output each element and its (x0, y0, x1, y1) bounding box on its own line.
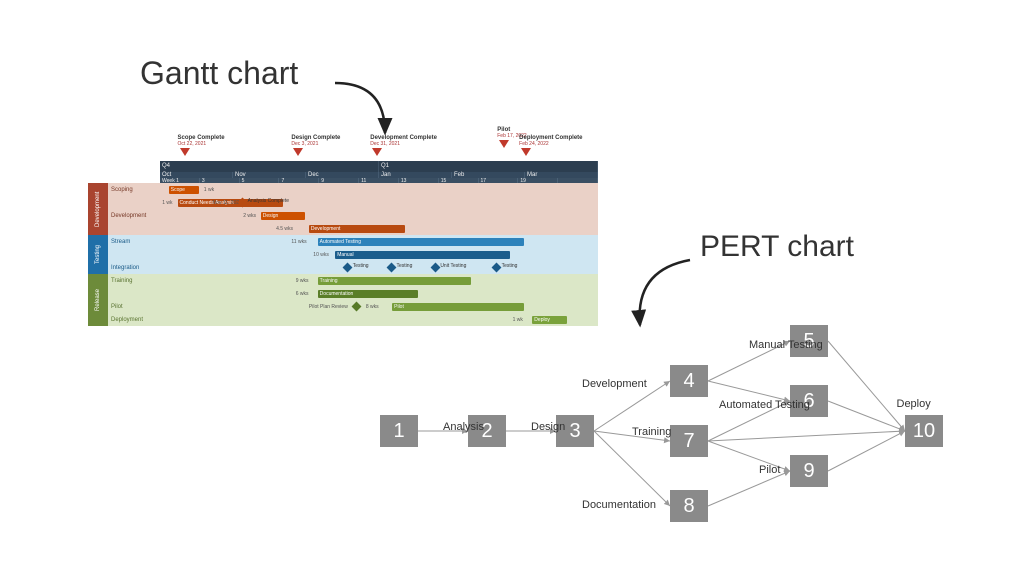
gantt-bar: Training (318, 277, 471, 285)
pert-node-10: 10 (905, 415, 943, 447)
milestone: Development CompleteDec 31, 2021 (370, 135, 470, 156)
milestone: Deployment CompleteFeb 24, 2022 (519, 135, 619, 156)
edge-label: Design (531, 421, 565, 433)
diamond-icon (491, 263, 501, 273)
row-label: Stream (108, 239, 160, 245)
gantt-timeline: Q4Q1 OctNovDecJanFebMar Week 13579111315… (160, 161, 598, 183)
gantt-bar: Development (309, 225, 405, 233)
pert-node-1: 1 (380, 415, 418, 447)
pert-node-8: 8 (670, 490, 708, 522)
phase-dev: DevelopmentScoping1 wkScope1 wkConduct N… (88, 183, 598, 235)
gantt-bar: Automated Testing (318, 238, 524, 246)
edge-label: Deploy (897, 398, 931, 410)
edge-label: Documentation (582, 499, 656, 511)
edge-label: Training (632, 426, 671, 438)
phase-tab: Testing (88, 235, 108, 274)
row-label: Pilot (108, 304, 160, 310)
row-label: Integration (108, 265, 160, 271)
diamond-icon (343, 263, 353, 273)
gantt-bar: Design (261, 212, 305, 220)
gantt-bar: Scope (169, 186, 200, 194)
phase-tab: Development (88, 183, 108, 235)
milestone: Scope CompleteOct 22, 2021 (178, 135, 278, 156)
diamond-icon (386, 263, 396, 273)
edge-label: Pilot (759, 464, 780, 476)
phase-tst: TestingStream11 wksAutomated Testing10 w… (88, 235, 598, 274)
phase-tab: Release (88, 274, 108, 326)
gantt-bar: Documentation (318, 290, 419, 298)
gantt-bar: Manual (335, 251, 510, 259)
diamond-icon (430, 263, 440, 273)
pert-title: PERT chart (700, 230, 854, 264)
diamond-icon (351, 302, 361, 312)
edge-label: Development (582, 378, 647, 390)
edge-label: Manual Testing (749, 339, 823, 351)
pert-node-7: 7 (670, 425, 708, 457)
pert-node-9: 9 (790, 455, 828, 487)
pert-node-4: 4 (670, 365, 708, 397)
row-label: Training (108, 278, 160, 284)
edge-label: Automated Testing (719, 399, 810, 411)
row-label: Scoping (108, 187, 160, 193)
row-label: Deployment (108, 317, 160, 323)
row-label: Development (108, 213, 160, 219)
gantt-phases: DevelopmentScoping1 wkScope1 wkConduct N… (88, 183, 598, 326)
gantt-title: Gantt chart (140, 55, 298, 92)
edge-label: Analysis (443, 421, 484, 433)
pert-chart: 12345678910 AnalysisDesignDevelopmentTra… (380, 310, 980, 560)
gantt-milestones: Scope CompleteOct 22, 2021Design Complet… (160, 135, 598, 161)
